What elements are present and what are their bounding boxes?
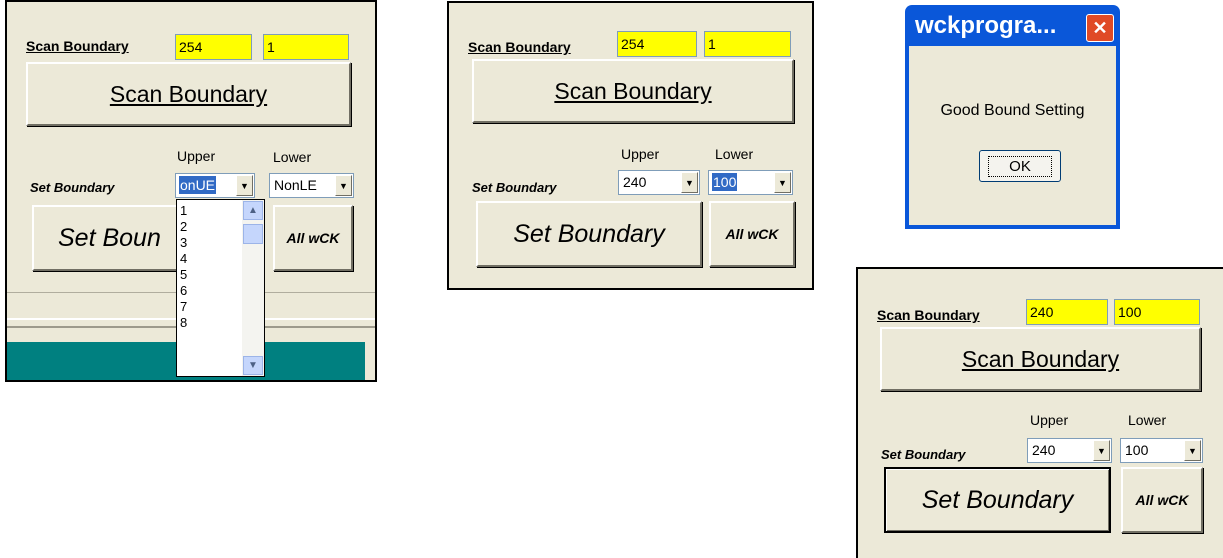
chevron-down-icon[interactable]: ▼ (1093, 440, 1110, 461)
all-wck-button-label: All wCK (286, 230, 340, 246)
window-edge (365, 328, 375, 380)
dialog-message: Good Bound Setting (940, 102, 1085, 119)
list-item[interactable]: 4 (180, 251, 187, 266)
list-item[interactable]: 7 (180, 299, 187, 314)
chevron-down-icon[interactable]: ▼ (243, 356, 263, 375)
lower-combo[interactable]: 100 ▼ (708, 170, 793, 195)
lower-header: Lower (273, 149, 312, 165)
list-item[interactable]: 6 (180, 283, 187, 298)
set-boundary-label: Set Boundary (472, 180, 557, 195)
lower-combo-value: 100 (1125, 442, 1149, 458)
chevron-down-icon[interactable]: ▼ (1184, 440, 1201, 461)
scan-boundary-button-label: Scan Boundary (109, 80, 268, 107)
list-item[interactable]: 3 (180, 235, 187, 250)
list-item[interactable]: 1 (180, 203, 187, 218)
boundary-panel-dropdown-open: Scan Boundary 254 1 Scan Boundary Upper … (5, 0, 377, 382)
upper-value-field[interactable]: 254 (617, 31, 697, 57)
upper-value-field[interactable]: 254 (175, 34, 252, 60)
set-boundary-button-label: Set Boundary (921, 485, 1074, 514)
set-boundary-button[interactable]: Set Boundary (884, 467, 1111, 533)
dialog-body: Good Bound Setting OK (909, 46, 1116, 225)
scan-boundary-label: Scan Boundary (468, 39, 571, 55)
chevron-down-icon[interactable]: ▼ (236, 175, 253, 196)
list-item[interactable]: 5 (180, 267, 187, 282)
lower-combo-value: 100 (712, 173, 738, 191)
lower-combo[interactable]: NonLE ▼ (269, 173, 354, 198)
all-wck-button-label: All wCK (725, 226, 779, 242)
upper-value-field[interactable]: 240 (1026, 299, 1108, 325)
upper-header: Upper (177, 148, 216, 164)
upper-combo-value: 240 (1032, 442, 1056, 458)
chevron-down-icon[interactable]: ▼ (774, 172, 791, 193)
upper-combo-value: 240 (623, 174, 647, 190)
all-wck-button[interactable]: All wCK (273, 205, 353, 271)
ok-button-label: OK (988, 155, 1052, 177)
upper-header: Upper (621, 146, 660, 162)
set-boundary-button-label: Set Boun (58, 223, 161, 252)
set-boundary-button[interactable]: Set Boundary (476, 201, 702, 267)
list-item[interactable]: 2 (180, 219, 187, 234)
all-wck-button-label: All wCK (1135, 492, 1189, 508)
scan-boundary-button-label: Scan Boundary (961, 345, 1120, 372)
chevron-up-icon[interactable]: ▲ (243, 201, 263, 220)
upper-combo[interactable]: onUE ▼ (175, 173, 255, 198)
chevron-down-icon[interactable]: ▼ (681, 172, 698, 193)
lower-value-field[interactable]: 1 (704, 31, 791, 57)
dialog-title: wckprogra... (915, 12, 1057, 39)
upper-combo-value: onUE (179, 176, 217, 194)
scan-boundary-button-label: Scan Boundary (554, 77, 712, 104)
lower-header: Lower (715, 146, 754, 162)
scrollbar-thumb[interactable] (243, 224, 263, 244)
close-icon[interactable]: ✕ (1086, 14, 1114, 42)
ok-button[interactable]: OK (979, 150, 1061, 182)
scan-boundary-label: Scan Boundary (877, 307, 980, 323)
scan-boundary-button[interactable]: Scan Boundary (26, 62, 351, 126)
scan-boundary-button[interactable]: Scan Boundary (880, 327, 1201, 391)
boundary-panel-set: Scan Boundary 254 1 Scan Boundary Upper … (447, 1, 814, 290)
scan-boundary-button[interactable]: Scan Boundary (472, 59, 794, 123)
upper-combo[interactable]: 240 ▼ (1027, 438, 1112, 463)
upper-dropdown-list[interactable]: 1 2 3 4 5 6 7 8 ▲ ▼ (176, 199, 265, 377)
dropdown-scrollbar[interactable]: ▲ ▼ (242, 200, 264, 376)
set-boundary-button-label: Set Boundary (513, 219, 665, 248)
upper-header: Upper (1030, 412, 1069, 428)
boundary-panel-result: Scan Boundary 240 100 Scan Boundary Uppe… (856, 267, 1223, 558)
message-dialog: wckprogra... ✕ Good Bound Setting OK (905, 5, 1120, 229)
all-wck-button[interactable]: All wCK (709, 201, 795, 267)
lower-value-field[interactable]: 100 (1114, 299, 1200, 325)
set-boundary-label: Set Boundary (30, 180, 115, 195)
list-item[interactable]: 8 (180, 315, 187, 330)
lower-combo[interactable]: 100 ▼ (1120, 438, 1203, 463)
lower-header: Lower (1128, 412, 1167, 428)
upper-combo[interactable]: 240 ▼ (618, 170, 700, 195)
lower-combo-value: NonLE (274, 177, 317, 193)
chevron-down-icon[interactable]: ▼ (335, 175, 352, 196)
set-boundary-label: Set Boundary (881, 447, 966, 462)
lower-value-field[interactable]: 1 (263, 34, 349, 60)
scan-boundary-label: Scan Boundary (26, 38, 129, 54)
all-wck-button[interactable]: All wCK (1121, 467, 1203, 533)
